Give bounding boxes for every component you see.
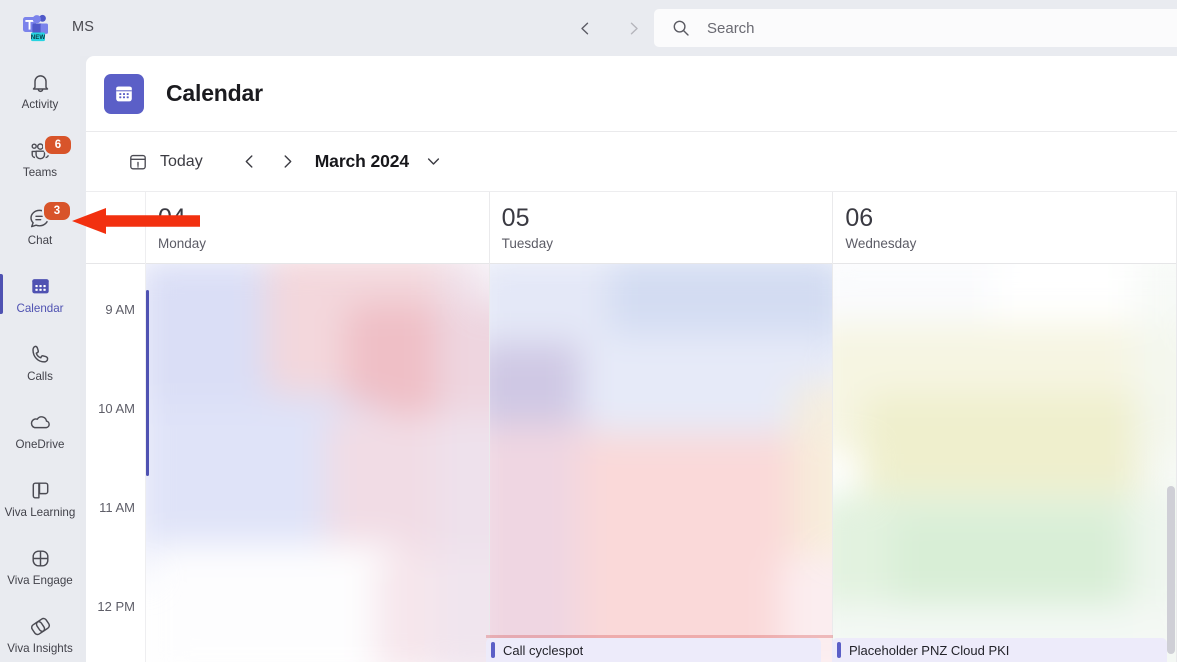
search-icon [672,19,690,37]
sidebar-item-chat[interactable]: 3 Chat [0,192,80,260]
chat-unread-badge: 3 [42,200,72,222]
day-column-monday[interactable] [146,264,490,662]
day-weekday: Monday [158,236,207,251]
event-title: Call cyclespot [503,642,584,658]
day-number: 04 [158,204,186,232]
sidebar-item-label: Activity [21,98,59,111]
sidebar-item-viva-learning[interactable]: Viva Learning [0,464,80,532]
phone-icon [29,341,52,367]
vertical-scrollbar[interactable] [1167,486,1175,654]
calendar-app-icon [104,73,144,114]
teams-unread-badge: 6 [43,134,73,156]
sidebar-item-label: Viva Learning [4,506,76,519]
day-column-tuesday[interactable] [489,264,834,662]
event-accent-bar [837,642,841,658]
teams-new-badge-text: NEW [31,34,46,41]
calendar-grid[interactable]: 9 AM 10 AM 11 AM 12 PM [86,264,1177,662]
bell-icon [29,69,52,95]
title-bar: NEW MS Search [0,0,1177,56]
cloud-icon [28,409,53,435]
time-label: 9 AM [105,302,135,317]
day-header-wednesday[interactable]: 06 Wednesday [833,192,1177,264]
sidebar-item-label: Teams [22,166,58,179]
forward-button[interactable] [618,13,648,43]
time-label: 12 PM [97,599,135,614]
next-period-button[interactable] [271,145,305,179]
day-columns [146,264,1177,662]
search-bar[interactable]: Search [654,9,1177,47]
history-nav-group [570,13,648,43]
app-header: Calendar [86,56,1177,132]
sidebar-item-label: Viva Engage [7,574,73,587]
sidebar-item-calls[interactable]: Calls [0,328,80,396]
blurred-events-wednesday [833,264,1177,662]
sidebar-item-teams[interactable]: 6 Teams [0,124,80,192]
day-header-row: 04 Monday 05 Tuesday 06 Wednesday [86,192,1177,264]
day-weekday: Wednesday [845,236,917,251]
current-time-indicator [146,290,149,476]
search-input[interactable]: Search [707,20,755,37]
viva-learning-icon [29,477,52,503]
day-header-gutter [86,192,146,264]
viva-engage-icon [29,545,52,571]
calendar-toolbar: Today March 2024 [86,132,1177,192]
sidebar-item-label: OneDrive [15,438,65,451]
blurred-events-tuesday [489,264,833,662]
day-header-tuesday[interactable]: 05 Tuesday [490,192,834,264]
period-label: March 2024 [314,151,410,171]
day-weekday: Tuesday [501,236,553,251]
day-number: 05 [501,204,530,232]
event-accent-bar [491,642,495,658]
sidebar-item-label: Calendar [16,302,64,315]
account-initials[interactable]: MS [72,19,94,35]
event-title: Placeholder PNZ Cloud PKI [849,642,1010,658]
blurred-events-monday [146,264,489,662]
event-chip-placeholder-pnz-cloud-pki[interactable]: Placeholder PNZ Cloud PKI [832,638,1167,662]
back-button[interactable] [570,13,600,43]
day-column-wednesday[interactable] [833,264,1177,662]
page-title: Calendar [166,80,263,106]
sidebar-item-activity[interactable]: Activity [0,56,80,124]
sidebar-item-viva-engage[interactable]: Viva Engage [0,532,80,600]
teams-logo-icon[interactable]: NEW [22,13,54,43]
today-label: Today [160,152,203,170]
time-label: 10 AM [98,401,135,416]
day-header-monday[interactable]: 04 Monday [146,192,490,264]
sidebar-item-label: Chat [27,234,53,247]
chevron-down-icon[interactable] [425,153,442,170]
sidebar-item-calendar[interactable]: Calendar [0,260,80,328]
calendar-panel: Calendar Today March 2024 04 Monday 05 T… [86,56,1177,662]
time-label: 11 AM [99,500,135,515]
today-calendar-icon [128,152,148,172]
event-chip-call-cyclespot[interactable]: Call cyclespot [486,638,821,662]
sidebar-item-onedrive[interactable]: OneDrive [0,396,80,464]
prev-period-button[interactable] [233,145,267,179]
time-gutter: 9 AM 10 AM 11 AM 12 PM [86,264,146,662]
left-nav-rail: Activity 6 Teams 3 Chat Calendar Calls O… [0,56,80,662]
day-number: 06 [845,204,874,232]
today-button[interactable]: Today [120,147,211,177]
calendar-icon [29,273,52,299]
sidebar-item-viva-insights[interactable]: Viva Insights [0,600,80,662]
teams-app-window: NEW MS Search Activity 6 Teams 3 Chat Ca… [0,0,1177,662]
sidebar-item-label: Calls [27,370,53,383]
viva-insights-icon [29,613,52,639]
sidebar-item-label: Viva Insights [7,642,73,655]
